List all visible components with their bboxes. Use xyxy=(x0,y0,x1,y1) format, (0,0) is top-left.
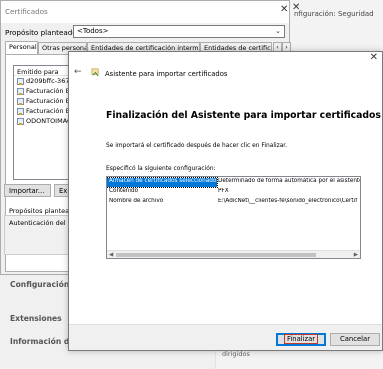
wizard-description: Se importará el certificado después de h… xyxy=(106,143,288,149)
import-button[interactable]: Importar... xyxy=(4,184,51,197)
certificate-icon xyxy=(17,107,24,115)
certificate-icon xyxy=(17,117,24,125)
list-item[interactable]: Facturación Elec xyxy=(14,96,75,106)
table-row[interactable]: Contenido PFX xyxy=(107,188,360,197)
export-button[interactable]: Exp xyxy=(54,184,69,197)
wizard-footer: Finalizar Cancelar xyxy=(69,324,382,350)
list-item[interactable]: Facturación Elec xyxy=(14,106,75,116)
purpose-label: Propósito planteado: xyxy=(5,28,80,37)
table-row[interactable]: Almacén de certificados seleccionado Det… xyxy=(107,177,360,188)
settings-right-text: dirigidos xyxy=(222,350,250,358)
finish-button[interactable]: Finalizar xyxy=(276,333,326,346)
wizard-header-title: Asistente para importar certificados xyxy=(105,70,228,78)
close-icon[interactable]: ✕ xyxy=(280,4,288,15)
scrollbar-thumb[interactable] xyxy=(116,253,316,257)
tab-personal[interactable]: Personal xyxy=(5,41,38,55)
config-table[interactable]: Almacén de certificados seleccionado Det… xyxy=(106,176,361,259)
certificate-list[interactable]: Emitido para d209bffc-367c- Facturación … xyxy=(13,65,76,180)
close-icon[interactable]: ✕ xyxy=(292,3,302,13)
horizontal-scrollbar[interactable]: ◀ ▶ xyxy=(107,250,360,258)
certificate-icon xyxy=(17,77,24,85)
purpose-value: <Todos> xyxy=(77,27,109,35)
certificate-wizard-icon xyxy=(91,68,99,77)
certificate-icon xyxy=(17,87,24,95)
purpose-select[interactable]: <Todos> ⌄ xyxy=(73,25,285,38)
scroll-right-icon[interactable]: ▶ xyxy=(354,251,358,258)
close-icon[interactable]: ✕ xyxy=(370,52,378,63)
certificates-titlebar: Certificados ✕ xyxy=(1,1,289,23)
cancel-button[interactable]: Cancelar xyxy=(330,333,380,346)
back-arrow-icon[interactable]: ← xyxy=(74,67,82,77)
list-item[interactable]: d209bffc-367c- xyxy=(14,76,75,86)
table-row[interactable]: Nombre de archivo E:\AdicNet\__clientes-… xyxy=(107,198,360,207)
certificates-title: Certificados xyxy=(5,7,48,16)
list-item[interactable]: Facturación Elec xyxy=(14,86,75,96)
import-wizard-dialog: ✕ ← Asistente para importar certificados… xyxy=(68,51,383,351)
nav-item-extensions[interactable]: Extensiones xyxy=(10,314,62,323)
settings-title: nfiguración: Seguridad xyxy=(294,10,374,18)
chevron-down-icon: ⌄ xyxy=(275,27,281,35)
scroll-left-icon[interactable]: ◀ xyxy=(109,251,113,258)
list-item[interactable]: ODONTOIMAGE xyxy=(14,116,75,126)
list-header-issued-to[interactable]: Emitido para xyxy=(14,66,75,76)
wizard-heading: Finalización del Asistente para importar… xyxy=(106,110,381,121)
certificate-icon xyxy=(17,97,24,105)
config-label: Especificó la siguiente configuración: xyxy=(106,166,216,172)
